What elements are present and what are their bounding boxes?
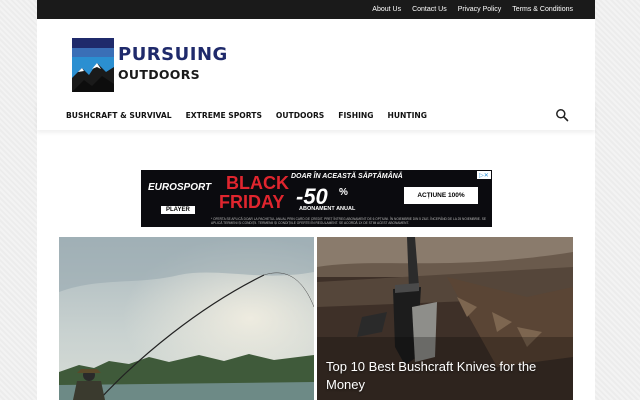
ad-black-text: BLACK — [226, 173, 289, 193]
nav-item-extreme-sports[interactable]: EXTREME SPORTS — [186, 111, 262, 120]
nav-items: BUSHCRAFT & SURVIVAL EXTREME SPORTS OUTD… — [66, 100, 427, 130]
ad-legal-text: * OFERTA SE APLICĂ DOAR LA PACHETUL ANUA… — [211, 217, 486, 225]
nav-item-bushcraft-survival[interactable]: BUSHCRAFT & SURVIVAL — [66, 111, 172, 120]
ad-choices-icon[interactable]: ▷✕ — [477, 171, 491, 179]
site-logo[interactable]: PURSUING OUTDOORS — [72, 38, 252, 94]
ad-headline: DOAR ÎN ACEASTĂ SĂPTĂMÂNĂ — [291, 173, 403, 180]
nav-item-hunting[interactable]: HUNTING — [388, 111, 427, 120]
ad-cta-button[interactable]: ACȚIUNE 100% — [404, 187, 478, 204]
main-nav: BUSHCRAFT & SURVIVAL EXTREME SPORTS OUTD… — [37, 100, 595, 130]
search-icon[interactable] — [555, 108, 569, 122]
ad-subline: ABONAMENT ANUAL — [299, 206, 356, 212]
ad-percent: % — [339, 187, 348, 198]
mountain-logo-icon — [72, 38, 114, 92]
ad-brand-logo: EUROSPORT PLAYER — [145, 180, 212, 214]
featured-post-knives[interactable]: Top 10 Best Bushcraft Knives for the Mon… — [317, 237, 573, 400]
ad-brand-text: EUROSPORT — [148, 182, 212, 193]
ad-player-badge: PLAYER — [161, 206, 195, 214]
terms-conditions-link[interactable]: Terms & Conditions — [512, 6, 573, 13]
nav-item-fishing[interactable]: FISHING — [338, 111, 373, 120]
page-container: About Us Contact Us Privacy Policy Terms… — [37, 0, 595, 400]
advertisement-banner[interactable]: EUROSPORT PLAYER BLACK FRIDAY DOAR ÎN AC… — [141, 170, 492, 227]
featured-post-fishing[interactable] — [59, 237, 314, 400]
featured-post-title[interactable]: Top 10 Best Bushcraft Knives for the Mon… — [326, 358, 556, 394]
contact-us-link[interactable]: Contact Us — [412, 6, 447, 13]
about-us-link[interactable]: About Us — [372, 6, 401, 13]
privacy-policy-link[interactable]: Privacy Policy — [458, 6, 502, 13]
fishing-photo — [59, 237, 314, 400]
logo-line-1: PURSUING — [118, 44, 228, 65]
ad-friday-text: FRIDAY — [219, 192, 285, 212]
logo-line-2: OUTDOORS — [118, 67, 200, 82]
top-bar-links: About Us Contact Us Privacy Policy Terms… — [372, 0, 573, 19]
nav-item-outdoors[interactable]: OUTDOORS — [276, 111, 324, 120]
top-bar: About Us Contact Us Privacy Policy Terms… — [37, 0, 595, 19]
